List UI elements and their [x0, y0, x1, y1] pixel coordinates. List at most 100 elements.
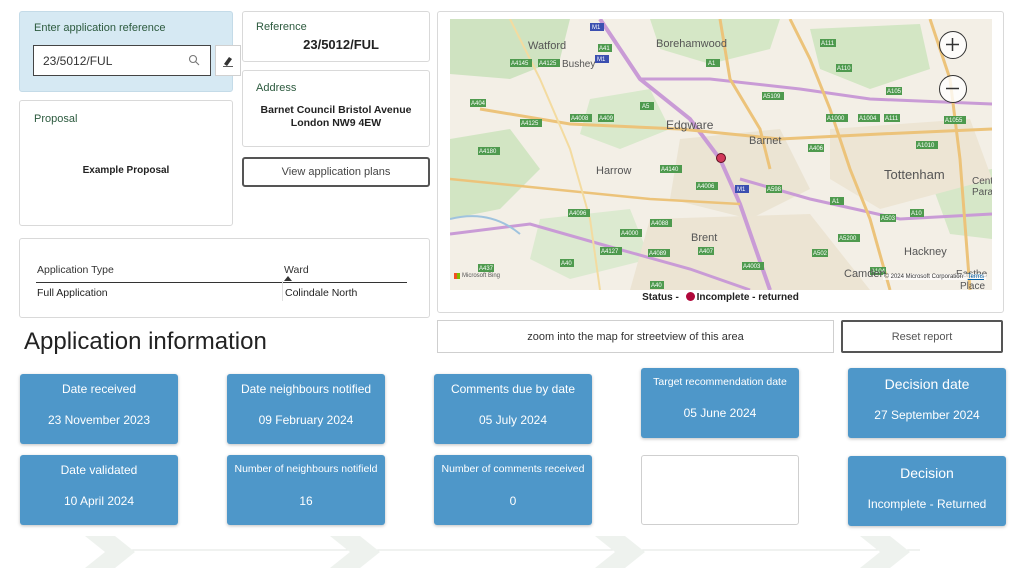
table-header-ward[interactable]: Ward: [284, 264, 309, 276]
proposal-card: Proposal Example Proposal: [19, 100, 233, 226]
svg-text:A10: A10: [911, 211, 922, 217]
svg-text:A4000: A4000: [621, 231, 639, 237]
tile-value: 10 April 2024: [63, 494, 135, 508]
bing-logo: Microsoft Bing: [454, 273, 500, 279]
table-cell-type: Full Application: [37, 287, 108, 299]
svg-text:A4140: A4140: [661, 167, 679, 173]
streetview-button[interactable]: zoom into the map for streetview of this…: [437, 320, 834, 353]
svg-text:A4125: A4125: [539, 61, 557, 67]
svg-text:A1: A1: [708, 61, 716, 67]
svg-text:A111: A111: [885, 116, 899, 122]
search-label: Enter application reference: [34, 22, 166, 34]
tile-value: 23 November 2023: [47, 413, 151, 427]
map-provider: Microsoft Bing: [462, 273, 501, 279]
search-icon[interactable]: [188, 54, 200, 66]
address-line-2: London NW9 4EW: [290, 117, 382, 129]
tile-title: Date received: [61, 382, 137, 396]
map-terms-link[interactable]: Terms: [968, 274, 984, 280]
svg-text:A4008: A4008: [571, 116, 589, 122]
tile-title: Decision date: [884, 376, 970, 392]
svg-text:A4006: A4006: [697, 184, 715, 190]
timeline-arrow-icon: [85, 536, 135, 568]
reset-report-button[interactable]: Reset report: [841, 320, 1003, 353]
tile-comments-count: Number of comments received 0: [434, 455, 592, 525]
svg-text:A1004: A1004: [859, 116, 877, 122]
svg-text:M1: M1: [597, 57, 606, 63]
svg-text:A5109: A5109: [763, 94, 781, 100]
windows-logo-icon: [454, 273, 460, 279]
reference-value: 23/5012/FUL: [303, 37, 379, 52]
svg-text:Harrow: Harrow: [596, 165, 632, 177]
map-copyright: © 2024 Microsoft Corporation: [884, 274, 963, 280]
status-line: Status - Incomplete - returned: [438, 292, 1003, 303]
search-input[interactable]: 23/5012/FUL: [33, 45, 211, 76]
zoom-in-button[interactable]: [939, 31, 967, 59]
map[interactable]: M1 M1 M1 A41 A4145 A4125 A404 A4125 A400…: [450, 19, 992, 290]
tile-date-neighbours-notified: Date neighbours notified 09 February 202…: [227, 374, 385, 444]
tile-title: Decision: [900, 465, 954, 481]
timeline-arrow-icon: [860, 536, 910, 568]
tile-value: 16: [299, 494, 313, 508]
tile-title: Comments due by date: [450, 382, 576, 396]
svg-text:A1055: A1055: [945, 118, 963, 124]
svg-text:A1: A1: [832, 199, 840, 205]
svg-text:A502: A502: [813, 251, 828, 257]
search-input-value: 23/5012/FUL: [43, 54, 113, 68]
reference-label: Reference: [256, 21, 307, 33]
svg-text:A598: A598: [767, 187, 782, 193]
eraser-icon: [223, 56, 233, 67]
tile-title: Date validated: [60, 463, 138, 477]
tile-title: Number of neighbours notifield: [234, 463, 378, 475]
location-pin-icon[interactable]: [716, 153, 726, 163]
svg-text:A503: A503: [881, 216, 896, 222]
reference-card: Reference 23/5012/FUL: [242, 11, 430, 62]
svg-text:A406: A406: [809, 146, 824, 152]
zoom-out-button[interactable]: [939, 75, 967, 103]
status-dot-icon: [685, 292, 695, 301]
svg-text:A40: A40: [561, 261, 572, 267]
tile-value: 27 September 2024: [874, 408, 980, 422]
svg-text:A1010: A1010: [917, 143, 935, 149]
svg-text:A40: A40: [651, 283, 662, 289]
proposal-label: Proposal: [34, 113, 78, 125]
status-prefix: Status -: [642, 292, 679, 303]
map-attribution: © 2024 Microsoft Corporation Terms: [882, 274, 986, 280]
tile-neighbours-count: Number of neighbours notifield 16: [227, 455, 385, 525]
svg-text:Place: Place: [960, 281, 985, 290]
svg-text:M1: M1: [737, 187, 746, 193]
application-table: Application Type Ward Full Application C…: [19, 238, 430, 318]
svg-text:Cent: Cent: [972, 176, 992, 187]
svg-text:Brent: Brent: [691, 232, 717, 244]
svg-text:Camden: Camden: [844, 268, 886, 280]
timeline-arrow-icon: [330, 536, 380, 568]
table-header-type[interactable]: Application Type: [37, 264, 114, 276]
address-label: Address: [256, 82, 297, 94]
map-card: M1 M1 M1 A41 A4145 A4125 A404 A4125 A400…: [437, 11, 1004, 313]
svg-text:A407: A407: [699, 249, 714, 255]
address-line-1: Barnet Council Bristol Avenue: [260, 104, 412, 116]
svg-text:A5: A5: [642, 104, 650, 110]
address-card: Address Barnet Council Bristol Avenue Lo…: [242, 70, 430, 147]
svg-text:Borehamwood: Borehamwood: [656, 38, 727, 50]
svg-text:A5200: A5200: [839, 236, 857, 242]
svg-text:A4145: A4145: [511, 61, 529, 67]
clear-button[interactable]: [215, 45, 241, 76]
svg-text:A4003: A4003: [743, 264, 761, 270]
svg-text:A105: A105: [887, 89, 902, 95]
svg-text:Para: Para: [972, 187, 992, 198]
svg-text:Watford: Watford: [528, 40, 566, 52]
view-plans-button[interactable]: View application plans: [242, 157, 430, 187]
plus-icon: [946, 38, 959, 51]
timeline-flow: [85, 536, 920, 568]
sort-ascending-icon[interactable]: [284, 276, 292, 281]
column-divider: [282, 281, 283, 301]
svg-text:A4088: A4088: [651, 221, 669, 227]
section-title: Application information: [24, 328, 267, 355]
tile-title: Date neighbours notified: [240, 382, 372, 396]
tile-value: Incomplete - Returned: [867, 497, 987, 511]
tile-target-recommendation: Target recommendation date 05 June 2024: [641, 368, 799, 438]
svg-text:A1000: A1000: [827, 116, 845, 122]
status-value: Incomplete - returned: [696, 292, 799, 303]
svg-text:A437: A437: [479, 266, 494, 272]
svg-text:A409: A409: [599, 116, 614, 122]
